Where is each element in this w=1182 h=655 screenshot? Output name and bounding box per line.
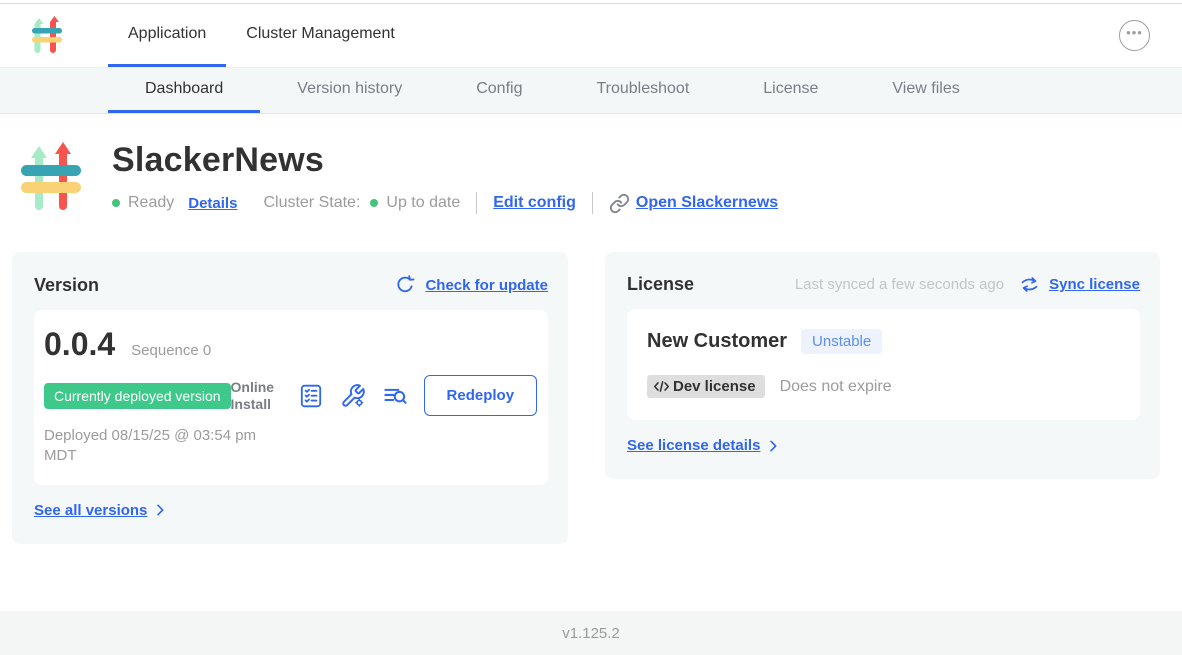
- subnav-troubleshoot[interactable]: Troubleshoot: [559, 68, 726, 113]
- divider: [476, 192, 477, 214]
- subnav-view-files-label: View files: [892, 80, 959, 98]
- view-diff-icon[interactable]: [382, 382, 409, 409]
- slackernews-app-logo: [17, 138, 85, 218]
- open-app-link[interactable]: Open Slackernews: [609, 193, 778, 214]
- divider: [592, 192, 593, 214]
- edit-config-link[interactable]: Edit config: [493, 194, 576, 212]
- sync-arrows-icon: [1019, 274, 1040, 295]
- license-card-title: License: [627, 274, 694, 295]
- version-card-title: Version: [34, 275, 99, 296]
- tab-application-label: Application: [128, 25, 206, 43]
- see-license-details-label: See license details: [627, 437, 760, 454]
- subnav-troubleshoot-label: Troubleshoot: [596, 80, 689, 98]
- redeploy-button[interactable]: Redeploy: [424, 375, 538, 416]
- see-all-versions-label: See all versions: [34, 502, 147, 519]
- console-version: v1.125.2: [562, 625, 620, 642]
- chevron-right-icon: [152, 502, 168, 518]
- configure-icon[interactable]: [340, 382, 367, 409]
- console-footer: v1.125.2: [0, 611, 1182, 655]
- install-type-label: Online Install: [231, 379, 283, 411]
- tab-cluster-management-label: Cluster Management: [246, 25, 395, 43]
- tab-cluster-management[interactable]: Cluster Management: [226, 4, 415, 67]
- app-status-label: Ready: [128, 194, 174, 212]
- expiry-label: Does not expire: [780, 378, 892, 396]
- subnav-license[interactable]: License: [726, 68, 855, 113]
- subnav-version-history-label: Version history: [297, 80, 402, 98]
- subnav-dashboard[interactable]: Dashboard: [108, 68, 260, 113]
- app-subnav: Dashboard Version history Config Trouble…: [0, 67, 1182, 114]
- header-tabs: Application Cluster Management: [108, 4, 415, 67]
- ellipsis-menu-icon[interactable]: •••: [1119, 20, 1150, 51]
- sync-license-link[interactable]: Sync license: [1019, 274, 1140, 295]
- channel-badge: Unstable: [801, 329, 882, 354]
- refresh-icon: [394, 274, 416, 296]
- last-synced-label: Last synced a few seconds ago: [795, 276, 1004, 293]
- app-status-dot: [112, 199, 120, 207]
- sync-license-label: Sync license: [1049, 276, 1140, 293]
- deployed-badge: Currently deployed version: [44, 383, 231, 409]
- version-card: Version Check for update 0.0.4 Sequence …: [12, 252, 568, 544]
- current-version-panel: 0.0.4 Sequence 0 Currently deployed vers…: [34, 310, 548, 485]
- check-for-update-link[interactable]: Check for update: [394, 274, 548, 296]
- sequence-label: Sequence 0: [131, 342, 211, 359]
- cluster-state-value: Up to date: [386, 194, 460, 212]
- app-header: SlackerNews Ready Details Cluster State:…: [0, 114, 1182, 218]
- link-chain-icon: [609, 193, 630, 214]
- preflight-checks-icon[interactable]: [298, 382, 325, 409]
- top-header: Application Cluster Management •••: [0, 4, 1182, 67]
- subnav-license-label: License: [763, 80, 818, 98]
- customer-name: New Customer: [647, 330, 787, 353]
- open-app-link-label: Open Slackernews: [636, 194, 778, 212]
- license-type-label: Dev license: [673, 378, 756, 395]
- slackernews-logo-icon: [30, 14, 68, 56]
- chevron-right-icon: [765, 438, 781, 454]
- see-all-versions-link[interactable]: See all versions: [34, 502, 168, 519]
- subnav-dashboard-label: Dashboard: [145, 80, 223, 98]
- subnav-config[interactable]: Config: [439, 68, 559, 113]
- page-title: SlackerNews: [112, 141, 778, 180]
- see-license-details-link[interactable]: See license details: [627, 437, 781, 454]
- code-icon: [653, 379, 670, 394]
- check-for-update-label: Check for update: [425, 277, 548, 294]
- tab-application[interactable]: Application: [108, 4, 226, 67]
- cluster-state-dot: [370, 199, 378, 207]
- cluster-state-label: Cluster State:: [263, 194, 360, 212]
- version-number: 0.0.4: [44, 326, 115, 363]
- status-details-link[interactable]: Details: [188, 195, 237, 212]
- subnav-view-files[interactable]: View files: [855, 68, 996, 113]
- app-status-row: Ready Details Cluster State: Up to date …: [112, 192, 778, 214]
- subnav-config-label: Config: [476, 80, 522, 98]
- license-panel: New Customer Unstable Dev license Does n…: [627, 309, 1140, 420]
- subnav-version-history[interactable]: Version history: [260, 68, 439, 113]
- license-card: License Last synced a few seconds ago Sy…: [605, 252, 1160, 479]
- deployed-timestamp: Deployed 08/15/25 @ 03:54 pm MDT: [44, 426, 269, 467]
- license-type-badge: Dev license: [647, 375, 765, 398]
